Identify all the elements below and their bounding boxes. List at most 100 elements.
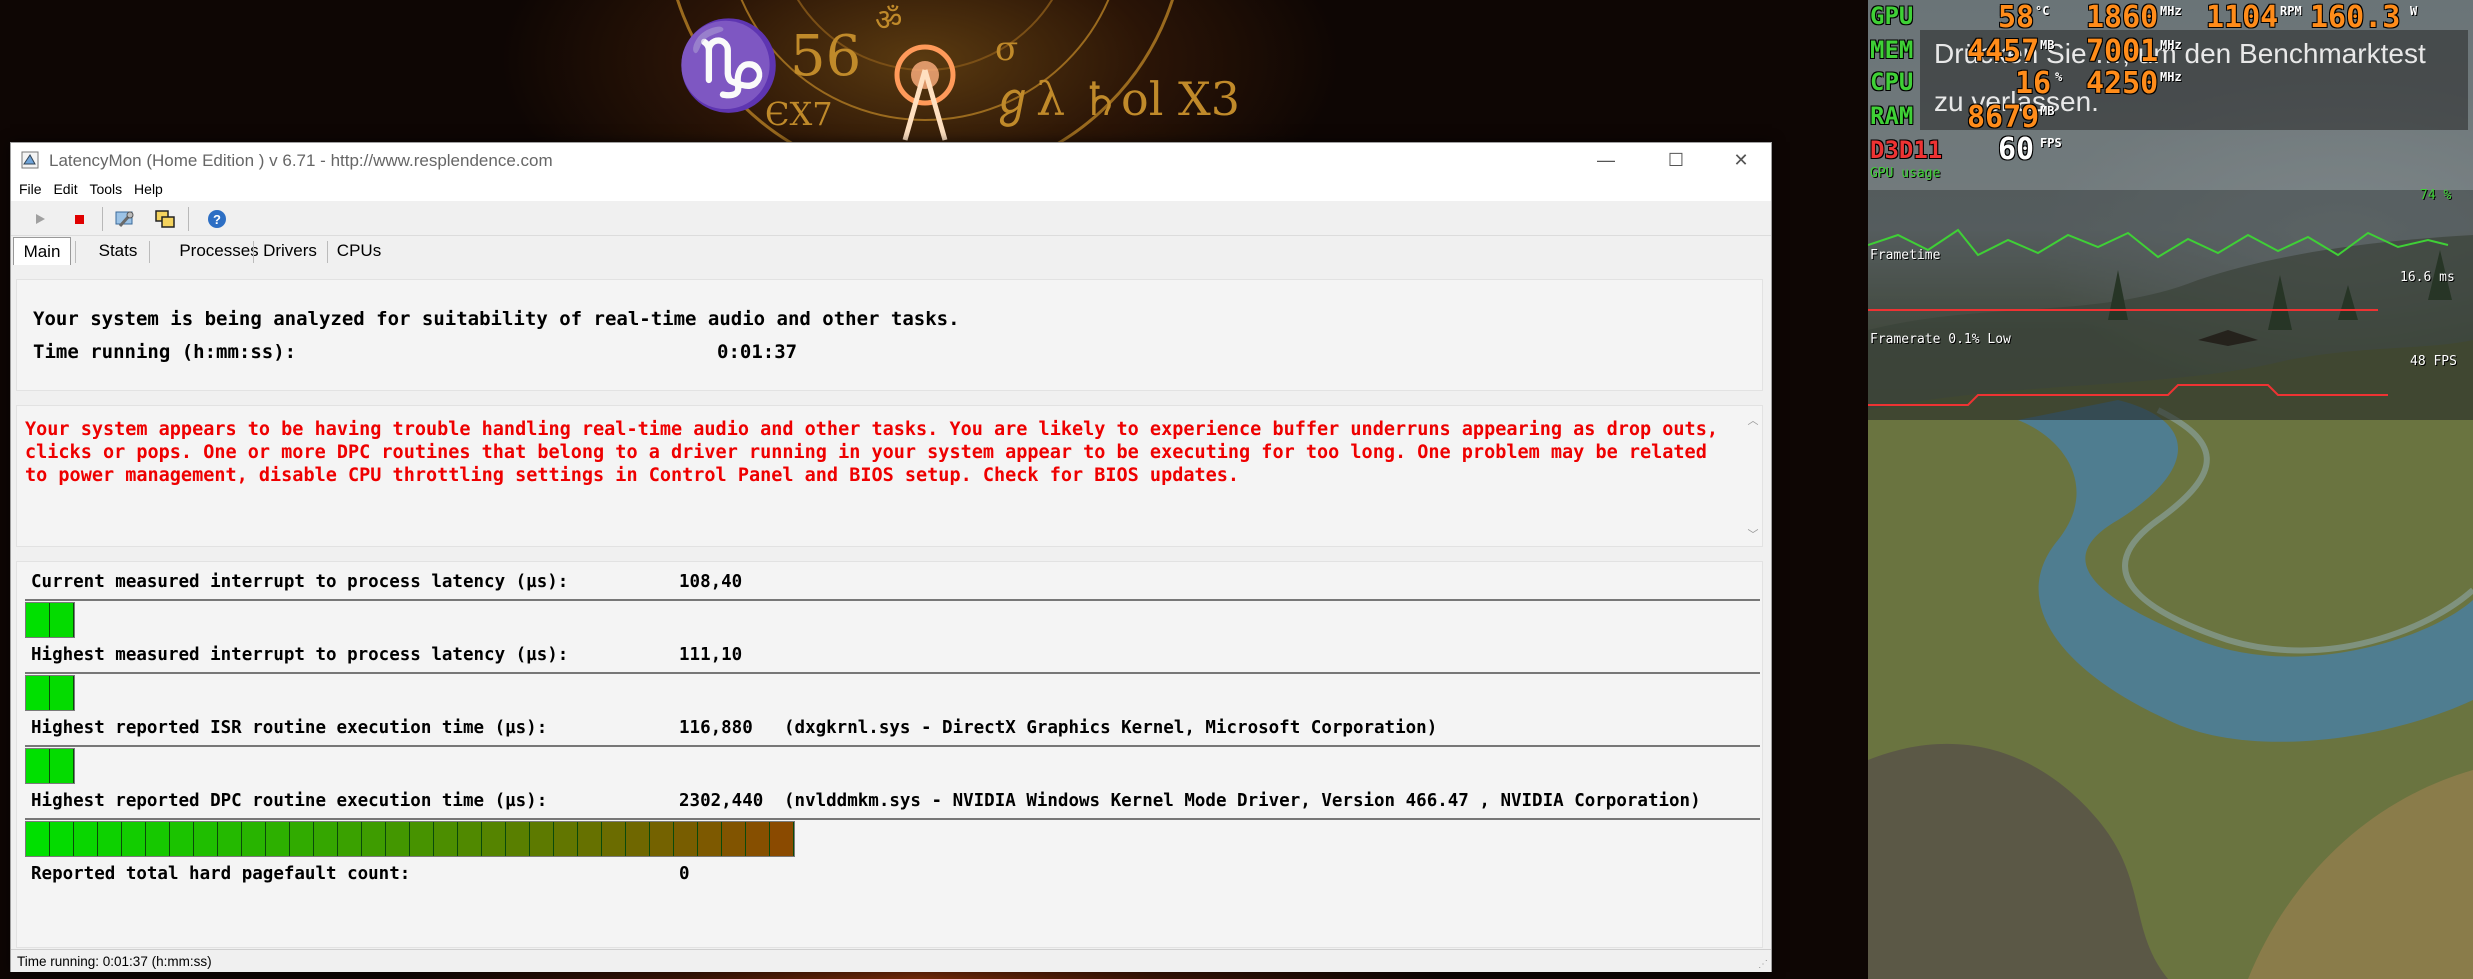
play-icon[interactable]	[29, 208, 51, 230]
osd-mem-clock: 7001	[2086, 34, 2159, 69]
warning-message: Your system appears to be having trouble…	[25, 419, 1718, 486]
metric-bar-segment	[266, 822, 290, 856]
metric-bar-segment	[26, 822, 50, 856]
conclusion-panel[interactable]: Your system appears to be having trouble…	[16, 405, 1763, 547]
metric-bar-segment	[650, 822, 674, 856]
osd-gpu-temp-unit: °C	[2035, 4, 2050, 18]
metric-bar-segment	[50, 603, 74, 637]
tab-bar: Main Stats Processes Drivers CPUs	[11, 237, 1771, 267]
metric-bar-segment	[698, 822, 722, 856]
osd-cpu-label: CPU	[1870, 68, 1914, 96]
svg-text:56: 56	[790, 24, 861, 89]
metric-bar-segment	[434, 822, 458, 856]
help-icon[interactable]: ?	[206, 208, 228, 230]
metric-value: 108,40	[679, 572, 743, 592]
metric-bar-segment	[290, 822, 314, 856]
latencymon-window[interactable]: LatencyMon (Home Edition ) v 6.71 - http…	[10, 142, 1772, 972]
osd-graphs	[1868, 228, 2449, 406]
metric-label: Reported total hard pagefault count:	[31, 864, 411, 884]
metric-value: 116,880	[679, 718, 753, 738]
metrics-panel: Current measured interrupt to process la…	[16, 561, 1763, 948]
menu-help[interactable]: Help	[134, 181, 163, 197]
game-screenshot	[1868, 0, 2473, 979]
osd-graph-gpu-usage-label: GPU usage	[1870, 166, 1941, 181]
menu-bar: File Edit Tools Help	[11, 177, 1771, 201]
osd-mem-clock-unit: MHz	[2160, 38, 2182, 52]
osd-graph-frametime-label: Frametime	[1870, 248, 1941, 263]
metric-bar-segment	[386, 822, 410, 856]
metric-bar-segment	[242, 822, 266, 856]
osd-graph-gpu-usage-value: 74 %	[2420, 188, 2452, 203]
metric-bar-segment	[458, 822, 482, 856]
osd-gpu-fan-unit: RPM	[2280, 4, 2302, 18]
metric-rule	[25, 672, 1760, 674]
metric-bar	[25, 821, 795, 857]
metric-bar-segment	[122, 822, 146, 856]
metric-bar-segment	[26, 676, 50, 710]
svg-text:ЄX7: ЄX7	[765, 95, 833, 133]
metric-bar-segment	[194, 822, 218, 856]
metric-bar-segment	[362, 822, 386, 856]
osd-cpu-clock-unit: MHz	[2160, 70, 2182, 84]
metric-bar-segment	[26, 749, 50, 783]
close-button[interactable]: ✕	[1706, 143, 1776, 177]
metric-bar-segment	[506, 822, 530, 856]
osd-ram-used-unit: MB	[2040, 104, 2055, 118]
osd-cpu-usage-unit: %	[2055, 70, 2063, 84]
metric-bar-segment	[146, 822, 170, 856]
metric-label: Current measured interrupt to process la…	[31, 572, 569, 592]
osd-gpu-temp: 58	[1998, 0, 2035, 35]
tab-main[interactable]: Main	[13, 237, 71, 265]
scroll-down-icon[interactable]: ﹀	[1746, 526, 1760, 542]
menu-edit[interactable]: Edit	[53, 181, 77, 197]
metric-bar-segment	[314, 822, 338, 856]
tab-stats[interactable]: Stats	[77, 237, 159, 265]
osd-fps-unit: FPS	[2040, 136, 2062, 150]
status-bar: Time running: 0:01:37 (h:mm:ss) ⋰	[11, 949, 1771, 972]
osd-mem-label: MEM	[1870, 36, 1914, 64]
maximize-button[interactable]: ☐	[1641, 143, 1711, 177]
metric-bar-segment	[170, 822, 194, 856]
metric-detail: (nvlddmkm.sys - NVIDIA Windows Kernel Mo…	[784, 791, 1701, 811]
menu-file[interactable]: File	[19, 181, 42, 197]
metric-bar	[25, 602, 75, 638]
time-running-label: Time running (h:mm:ss):	[33, 341, 297, 363]
stop-icon[interactable]	[68, 208, 90, 230]
metric-bar	[25, 748, 75, 784]
conclusion-scrollbar[interactable]: ︿ ﹀	[1746, 412, 1760, 542]
metric-bar-segment	[578, 822, 602, 856]
analysis-intro: Your system is being analyzed for suitab…	[33, 308, 960, 330]
status-text: Time running: 0:01:37 (h:mm:ss)	[17, 954, 212, 969]
tab-drivers[interactable]: Drivers	[257, 237, 323, 265]
tab-separator	[75, 241, 76, 263]
tab-cpus[interactable]: CPUs	[331, 237, 387, 265]
metric-bar-segment	[338, 822, 362, 856]
osd-mem-used-unit: MB	[2040, 38, 2055, 52]
metric-bar-segment	[674, 822, 698, 856]
metric-label: Highest measured interrupt to process la…	[31, 645, 569, 665]
metric-label: Highest reported ISR routine execution t…	[31, 718, 548, 738]
game-landscape	[1868, 0, 2473, 979]
metric-bar-segment	[98, 822, 122, 856]
tools-icon[interactable]	[114, 208, 136, 230]
tab-separator	[253, 241, 254, 263]
scroll-up-icon[interactable]: ︿	[1746, 412, 1760, 428]
title-bar[interactable]: LatencyMon (Home Edition ) v 6.71 - http…	[11, 143, 1771, 177]
minimize-button[interactable]: —	[1571, 143, 1641, 177]
osd-ram-label: RAM	[1870, 102, 1914, 130]
metric-detail: (dxgkrnl.sys - DirectX Graphics Kernel, …	[784, 718, 1438, 738]
windows-icon[interactable]	[154, 208, 176, 230]
osd-fps: 60	[1998, 132, 2035, 167]
osd-cpu-usage: 16	[2015, 66, 2052, 101]
wallpaper-seal: ♑ 56 ЄX7 ॐ σ ℊλ ♄ol X3	[675, 0, 1240, 150]
metric-value: 0	[679, 864, 690, 884]
metric-bar-segment	[26, 603, 50, 637]
metric-bar-segment	[50, 749, 74, 783]
metric-rule	[25, 818, 1760, 820]
app-icon	[21, 151, 39, 169]
menu-tools[interactable]: Tools	[89, 181, 122, 197]
resize-grip-icon[interactable]: ⋰	[1758, 959, 1768, 970]
osd-api-label: D3D11	[1870, 136, 1943, 164]
svg-text:ℊλ ♄ol X3: ℊλ ♄ol X3	[990, 72, 1240, 128]
svg-text:?: ?	[213, 212, 221, 227]
